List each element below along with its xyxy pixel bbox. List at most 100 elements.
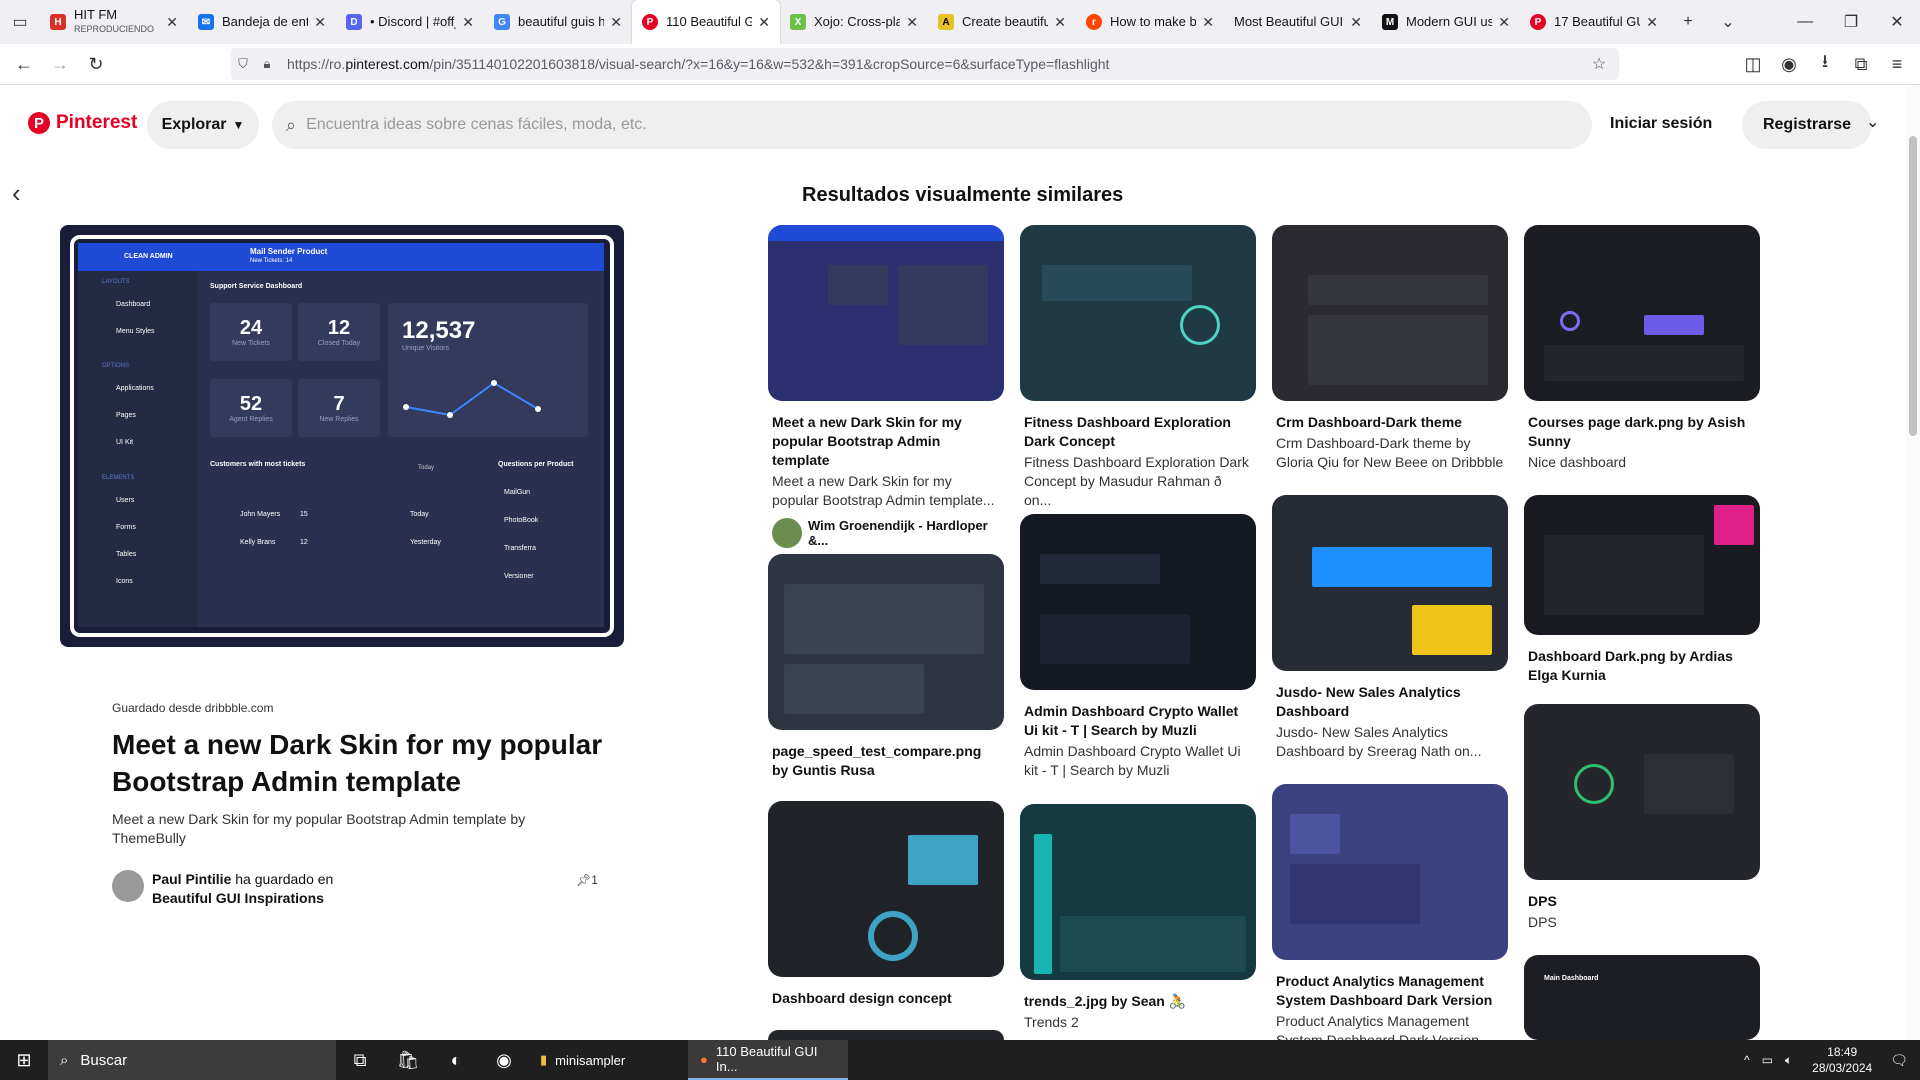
card-image[interactable]	[1272, 495, 1508, 671]
network-icon[interactable]: ▭	[1762, 1053, 1773, 1067]
chevron-up-icon[interactable]: ^	[1744, 1053, 1750, 1067]
similar-card[interactable]: Courses page dark.png by Asish Sunny Nic…	[1524, 225, 1760, 472]
forward-arrow-icon[interactable]: →	[42, 48, 78, 80]
windows-start-icon[interactable]: ⊞	[0, 1040, 48, 1080]
similar-card[interactable]: Meet a new Dark Skin for my popular Boot…	[768, 225, 1004, 548]
close-icon[interactable]: ✕	[758, 14, 770, 31]
search-input[interactable]: ⌕ Encuentra ideas sobre cenas fáciles, mo…	[272, 101, 1592, 149]
bookmark-star-icon[interactable]: ☆	[1587, 54, 1611, 74]
back-arrow-icon[interactable]: ←	[6, 48, 42, 80]
card-image[interactable]	[1272, 784, 1508, 960]
taskbar-search-input[interactable]: ⌕ Buscar	[48, 1040, 336, 1080]
taskbar-app-active[interactable]: ● 110 Beautiful GUI In...	[688, 1040, 848, 1080]
card-image[interactable]	[1524, 225, 1760, 401]
card-image[interactable]	[1524, 495, 1760, 635]
taskbar-app[interactable]: ▮ minisampler	[528, 1040, 688, 1080]
restore-icon[interactable]: ❐	[1828, 0, 1874, 44]
card-image[interactable]	[768, 225, 1004, 401]
login-button[interactable]: Iniciar sesión	[1610, 115, 1712, 133]
new-tab-button[interactable]: +	[1668, 0, 1708, 44]
minimize-icon[interactable]: —	[1782, 0, 1828, 44]
close-icon[interactable]: ✕	[314, 14, 326, 31]
close-icon[interactable]: ✕	[166, 14, 178, 31]
card-image[interactable]	[768, 554, 1004, 730]
card-title: Dashboard design concept	[772, 990, 952, 1006]
crop-frame[interactable]	[70, 235, 614, 637]
close-icon[interactable]: ✕	[1646, 14, 1658, 31]
tab-list-chevron-icon[interactable]: ⌄	[1708, 0, 1748, 44]
saved-from[interactable]: Guardado desde dribbble.com	[112, 701, 273, 715]
close-icon[interactable]: ✕	[906, 14, 918, 31]
close-icon[interactable]: ✕	[1202, 14, 1214, 31]
back-arrow-icon[interactable]: ‹	[12, 178, 21, 209]
notification-icon[interactable]: 🗨︎	[1890, 1052, 1908, 1069]
pin-image[interactable]: CLEAN ADMIN Mail Sender Product New Tick…	[60, 225, 624, 647]
reload-icon[interactable]: ↻	[78, 48, 114, 80]
account-icon[interactable]: ◉	[1771, 48, 1807, 80]
lock-icon[interactable]: 🔒︎	[255, 56, 279, 72]
board-link[interactable]: Beautiful GUI Inspirations	[152, 890, 324, 906]
tab-xojo[interactable]: X Xojo: Cross-platf ✕	[780, 0, 928, 44]
card-image[interactable]: Main Dashboard	[1524, 955, 1760, 1040]
tab-reddit[interactable]: r How to make be ✕	[1076, 0, 1224, 44]
menu-icon[interactable]: ≡	[1879, 48, 1915, 80]
register-button[interactable]: Registrarse	[1742, 101, 1872, 149]
card-image[interactable]	[1272, 225, 1508, 401]
url-text[interactable]: https://ro.pinterest.com/pin/35114010220…	[287, 56, 1109, 72]
close-icon[interactable]: ✕	[462, 14, 474, 31]
similar-card[interactable]: DPS DPS	[1524, 704, 1760, 932]
scrollbar-thumb[interactable]	[1909, 136, 1917, 436]
tab-title: 17 Beautiful GUI	[1554, 15, 1641, 29]
saver-name[interactable]: Paul Pintilie	[152, 871, 231, 887]
similar-card[interactable]: trends_2.jpg by Sean 🚴 Trends 2	[1020, 804, 1256, 1032]
card-image[interactable]	[1020, 225, 1256, 401]
similar-card[interactable]: page_speed_test_compare.png by Guntis Ru…	[768, 554, 1004, 780]
chrome-icon[interactable]: ◉	[480, 1040, 528, 1080]
card-user[interactable]: Wim Groenendijk - Hardloper &...	[768, 518, 1004, 548]
store-icon[interactable]: 🛍︎	[384, 1040, 432, 1080]
similar-card[interactable]: Product Analytics Management System Dash…	[1272, 784, 1508, 1050]
extensions-icon[interactable]: ⧉	[1843, 48, 1879, 80]
download-icon[interactable]: ⭳	[1807, 48, 1843, 80]
close-icon[interactable]: ✕	[1498, 14, 1510, 31]
tab-inbox[interactable]: ✉ Bandeja de entra ✕	[188, 0, 336, 44]
tab-pinterest-active[interactable]: P 110 Beautiful GUI ✕	[632, 0, 780, 44]
tab-most-beautiful[interactable]: Most Beautiful GUI? | ✕	[1224, 0, 1372, 44]
task-view-icon[interactable]: ⧉	[336, 1040, 384, 1080]
card-image[interactable]	[768, 801, 1004, 977]
close-icon[interactable]: ✕	[1054, 14, 1066, 31]
clock[interactable]: 18:49 28/03/2024	[1812, 1044, 1872, 1076]
tab-hitfm[interactable]: H HIT FM REPRODUCIENDO ✕	[40, 0, 188, 44]
pinterest-logo[interactable]: P Pinterest	[28, 112, 137, 134]
chevron-down-icon[interactable]: ⌄	[1866, 112, 1879, 132]
volume-icon[interactable]: 🔈︎	[1785, 1053, 1792, 1068]
page-scrollbar[interactable]	[1906, 86, 1920, 1040]
edge-icon[interactable]: ◐	[432, 1040, 480, 1080]
similar-card[interactable]: Admin Dashboard Crypto Wallet Ui kit - T…	[1020, 514, 1256, 780]
google-icon: G	[494, 14, 510, 30]
tab-google[interactable]: Gbeautiful guis ht ✕	[484, 0, 632, 44]
similar-card[interactable]: Fitness Dashboard Exploration Dark Conce…	[1020, 225, 1256, 510]
tab-discord[interactable]: D • Discord | #off_t ✕	[336, 0, 484, 44]
tab-modern-gui[interactable]: M Modern GUI usin ✕	[1372, 0, 1520, 44]
card-image[interactable]	[1020, 514, 1256, 690]
address-bar[interactable]: ⛉ 🔒︎ https://ro.pinterest.com/pin/351140…	[231, 48, 1619, 80]
close-window-icon[interactable]: ✕	[1874, 0, 1920, 44]
close-icon[interactable]: ✕	[610, 14, 622, 31]
close-icon[interactable]: ✕	[1350, 14, 1362, 31]
list-all-tabs-icon[interactable]: ▭	[0, 0, 40, 44]
card-image[interactable]	[1524, 704, 1760, 880]
similar-card[interactable]: Main Dashboard	[1524, 955, 1760, 1040]
similar-card[interactable]: Dashboard Dark.png by Ardias Elga Kurnia	[1524, 495, 1760, 685]
pocket-icon[interactable]: ◫	[1735, 48, 1771, 80]
similar-card[interactable]: Crm Dashboard-Dark theme Crm Dashboard-D…	[1272, 225, 1508, 472]
browser-nav-bar: ← → ↻ ⛉ 🔒︎ https://ro.pinterest.com/pin/…	[0, 44, 1920, 85]
tab-17-beautiful[interactable]: P 17 Beautiful GUI ✕	[1520, 0, 1668, 44]
similar-card[interactable]: Jusdo- New Sales Analytics Dashboard Jus…	[1272, 495, 1508, 761]
avatar[interactable]	[112, 870, 144, 902]
shield-icon[interactable]: ⛉	[231, 56, 255, 72]
tab-create[interactable]: A Create beautiful ✕	[928, 0, 1076, 44]
card-image[interactable]	[1020, 804, 1256, 980]
similar-card[interactable]: Dashboard design concept	[768, 801, 1004, 1008]
explore-button[interactable]: Explorar ▼	[147, 101, 259, 149]
